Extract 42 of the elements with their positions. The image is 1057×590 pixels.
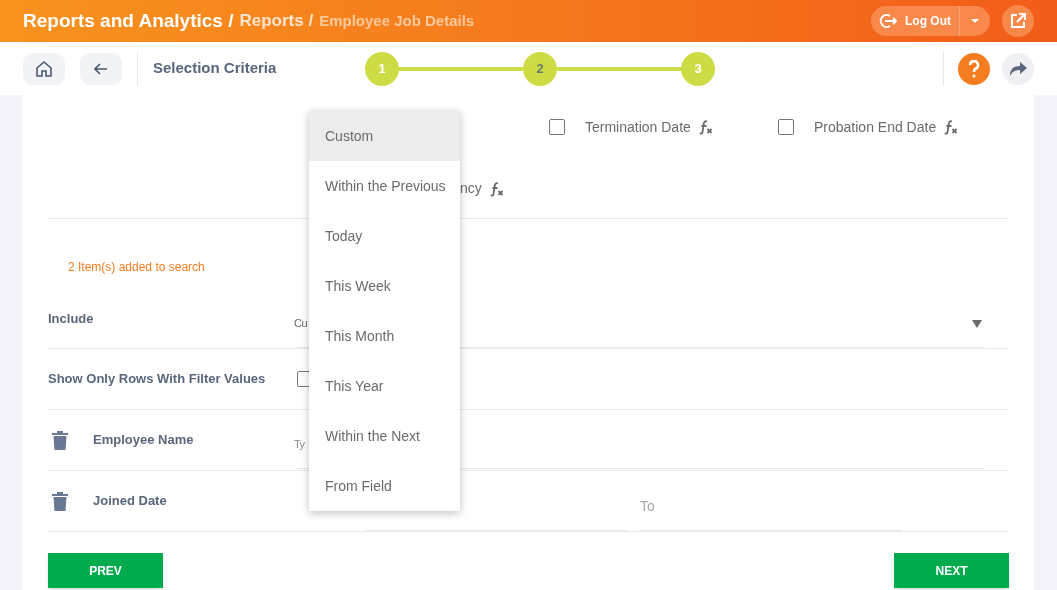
next-button[interactable]: NEXT — [894, 553, 1009, 588]
menu-item[interactable]: Custom — [309, 111, 460, 161]
page-title: Selection Criteria — [153, 58, 278, 79]
function-icon[interactable] — [944, 119, 959, 135]
field-label: Termination Date — [585, 117, 691, 137]
row-label: Show Only Rows With Filter Values — [48, 370, 267, 389]
breadcrumb-link[interactable]: Reports and Analytics / — [23, 6, 234, 36]
share-button[interactable] — [1002, 52, 1034, 85]
menu-item[interactable]: From Field — [309, 461, 460, 511]
menu-item[interactable]: This Year — [309, 361, 460, 411]
function-icon[interactable] — [489, 180, 504, 197]
back-button[interactable] — [80, 52, 122, 85]
checkbox[interactable] — [549, 119, 565, 135]
question-icon — [968, 59, 980, 78]
dropdown-arrow-icon — [972, 319, 982, 328]
field-label: Probation End Date — [814, 117, 937, 137]
menu-item[interactable]: Today — [309, 211, 460, 261]
share-arrow-icon — [1009, 61, 1027, 76]
back-arrow-icon — [94, 62, 108, 75]
logout-button[interactable]: Log Out — [871, 6, 990, 36]
field-label: ncy — [460, 179, 482, 198]
home-button[interactable] — [23, 52, 65, 85]
to-date-field[interactable]: To — [640, 483, 902, 531]
menu-item[interactable]: This Month — [309, 311, 460, 361]
external-link-button[interactable] — [1002, 5, 1034, 37]
status-message: 2 Item(s) added to search — [68, 259, 205, 276]
checkbox[interactable] — [778, 119, 794, 135]
breadcrumb-current: Employee Job Details — [319, 10, 475, 31]
prev-button[interactable]: PREV — [48, 553, 163, 588]
trash-icon[interactable] — [52, 491, 68, 511]
breadcrumb-link[interactable]: Reports / — [239, 8, 314, 34]
help-button[interactable] — [958, 52, 990, 85]
row-label: Joined Date — [93, 492, 168, 511]
menu-item[interactable]: This Week — [309, 261, 460, 311]
row-label: Include — [48, 310, 95, 329]
home-icon — [35, 59, 53, 78]
logout-icon — [879, 13, 897, 29]
menu-item[interactable]: Within the Next — [309, 411, 460, 461]
external-link-icon — [1010, 13, 1026, 29]
function-icon[interactable] — [698, 119, 713, 135]
menu-item[interactable]: Within the Previous — [309, 161, 460, 211]
trash-icon[interactable] — [52, 430, 68, 450]
